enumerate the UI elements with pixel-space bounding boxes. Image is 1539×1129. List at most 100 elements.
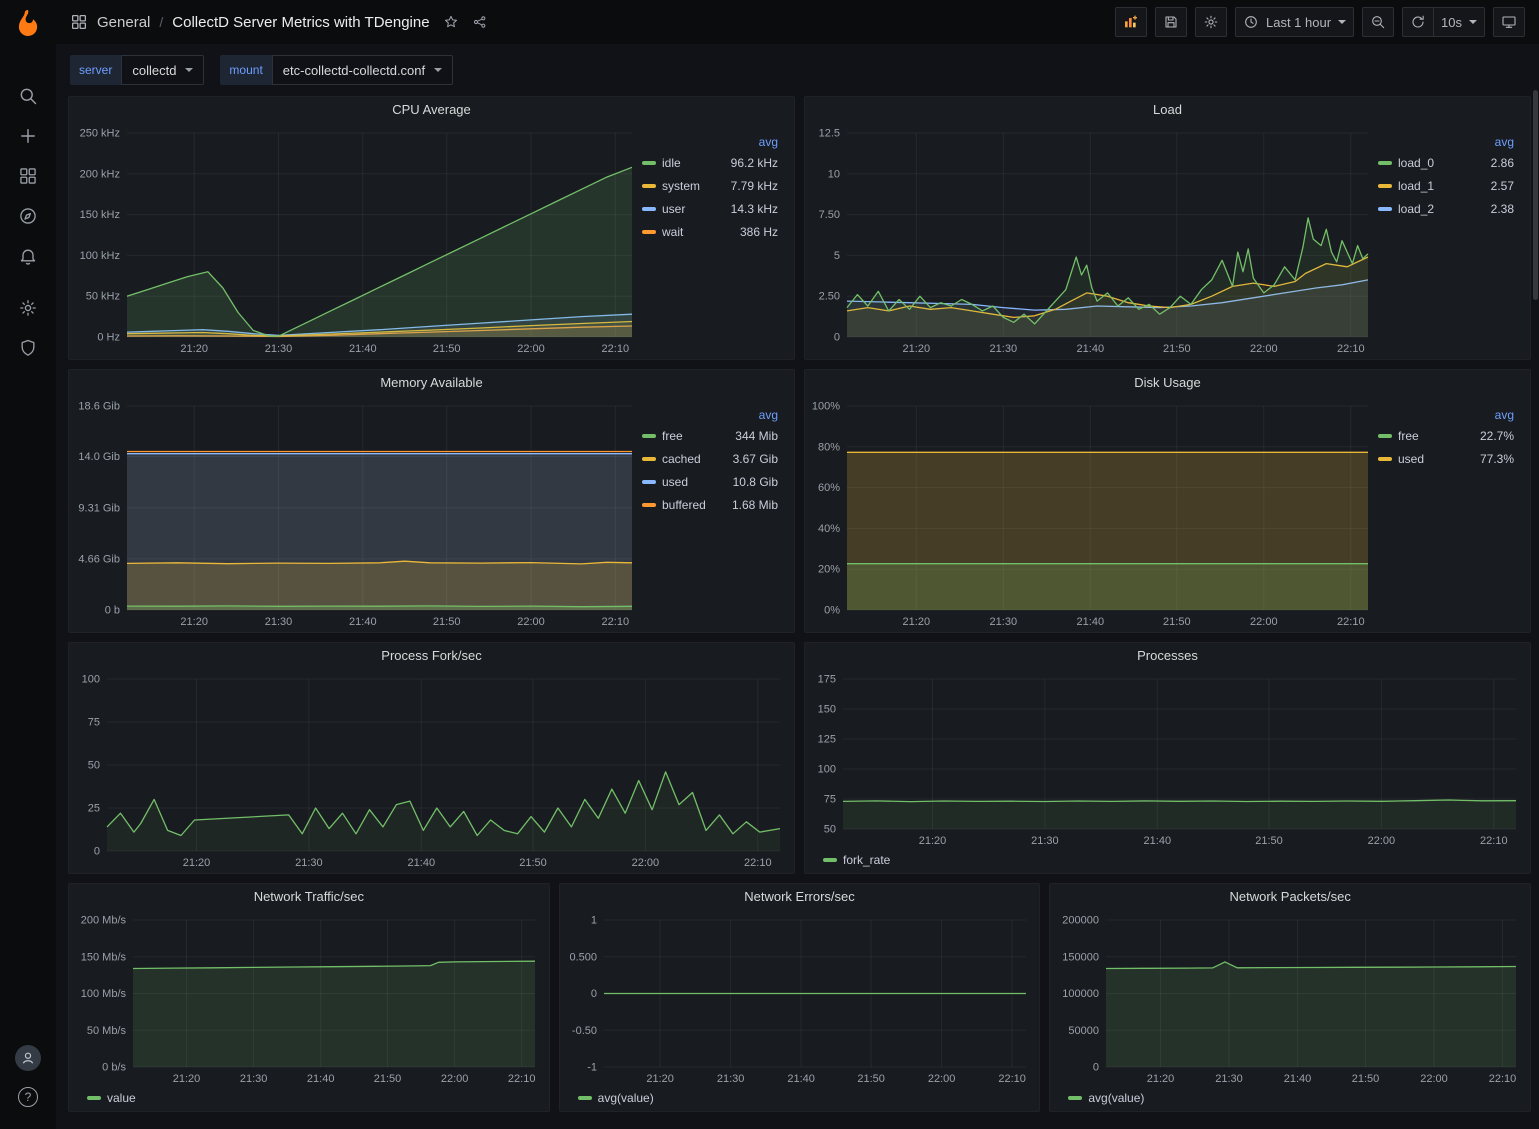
search-icon[interactable] (17, 85, 39, 107)
series-name[interactable]: free (662, 429, 683, 443)
series-name[interactable]: load_0 (1398, 156, 1434, 170)
help-icon[interactable]: ? (18, 1087, 38, 1107)
time-range-picker[interactable]: Last 1 hour (1235, 7, 1354, 37)
series-name[interactable]: used (662, 475, 688, 489)
svg-text:21:40: 21:40 (307, 1073, 335, 1085)
add-panel-button[interactable] (1115, 7, 1147, 37)
legend-item[interactable]: buffered 1.68 Mib (642, 493, 778, 516)
legend-item[interactable]: idle96.2 kHz (642, 151, 778, 174)
panel-title[interactable]: Process Fork/sec (69, 643, 794, 669)
legend-item[interactable]: value (87, 1091, 136, 1105)
save-dashboard-button[interactable] (1155, 7, 1187, 37)
series-avg-value: 1.68 Mib (732, 498, 778, 512)
series-name[interactable]: buffered (662, 498, 706, 512)
chart-canvas[interactable]: 21:2021:3021:4021:5022:0022:100 b/s50 Mb… (75, 910, 543, 1087)
series-name[interactable]: avg(value) (1088, 1091, 1144, 1105)
dashboard-settings-button[interactable] (1195, 7, 1227, 37)
panel-title[interactable]: Disk Usage (805, 370, 1530, 396)
series-name[interactable]: fork_rate (843, 853, 890, 867)
legend-item[interactable]: avg(value) (578, 1091, 654, 1105)
panel-title[interactable]: Network Errors/sec (560, 884, 1040, 910)
series-name[interactable]: wait (662, 225, 683, 239)
svg-text:21:50: 21:50 (857, 1073, 885, 1085)
chart-canvas[interactable]: 21:2021:3021:4021:5022:0022:105075100125… (811, 669, 1524, 849)
panel-title[interactable]: Processes (805, 643, 1530, 669)
legend-item[interactable]: cached3.67 Gib (642, 447, 778, 470)
panel-title[interactable]: Load (805, 97, 1530, 123)
series-color-marker (87, 1096, 101, 1100)
dashboard-squares-icon[interactable] (70, 13, 88, 31)
chevron-down-icon (185, 68, 193, 72)
legend-item[interactable]: used10.8 Gib (642, 470, 778, 493)
chart-canvas[interactable]: 21:2021:3021:4021:5022:0022:10-1-0.5000.… (566, 910, 1034, 1087)
legend-item[interactable]: wait386 Hz (642, 220, 778, 243)
legend-item[interactable]: load_22.38 (1378, 197, 1514, 220)
chart-canvas[interactable]: 21:2021:3021:4021:5022:0022:100%20%40%60… (811, 396, 1376, 630)
legend-item[interactable]: load_12.57 (1378, 174, 1514, 197)
series-name[interactable]: cached (662, 452, 701, 466)
chart-canvas[interactable]: 21:2021:3021:4021:5022:0022:1002.5057.50… (811, 123, 1376, 357)
svg-text:21:30: 21:30 (990, 616, 1018, 628)
chart-canvas[interactable]: 21:2021:3021:4021:5022:0022:100255075100 (75, 669, 788, 871)
series-name[interactable]: value (107, 1091, 136, 1105)
svg-text:75: 75 (88, 717, 100, 729)
legend-item[interactable]: free22.7% (1378, 424, 1514, 447)
variable-mount-value[interactable]: etc-collectd-collectd.conf (272, 55, 453, 85)
svg-text:22:10: 22:10 (1489, 1073, 1517, 1085)
svg-text:21:50: 21:50 (1255, 835, 1283, 847)
series-name[interactable]: idle (662, 156, 681, 170)
variable-server-value[interactable]: collectd (121, 55, 204, 85)
legend-item[interactable]: load_02.86 (1378, 151, 1514, 174)
svg-text:21:30: 21:30 (1216, 1073, 1244, 1085)
server-admin-shield-icon[interactable] (17, 337, 39, 359)
user-avatar[interactable] (15, 1045, 41, 1071)
panel-title[interactable]: Memory Available (69, 370, 794, 396)
configuration-gear-icon[interactable] (17, 297, 39, 319)
variable-server-selected: collectd (132, 63, 176, 78)
svg-text:60%: 60% (818, 482, 840, 494)
chart-canvas[interactable]: 21:2021:3021:4021:5022:0022:100 b4.66 Gi… (75, 396, 640, 630)
svg-text:75: 75 (824, 794, 836, 806)
chart-canvas[interactable]: 21:2021:3021:4021:5022:0022:100500001000… (1056, 910, 1524, 1087)
legend-item[interactable]: avg(value) (1068, 1091, 1144, 1105)
dashboards-icon[interactable] (17, 165, 39, 187)
kiosk-mode-button[interactable] (1493, 7, 1525, 37)
legend-item[interactable]: user14.3 kHz (642, 197, 778, 220)
panel-title[interactable]: Network Packets/sec (1050, 884, 1530, 910)
share-icon[interactable] (472, 14, 488, 30)
grafana-logo-icon[interactable] (13, 8, 43, 38)
clock-icon (1243, 14, 1259, 30)
series-name[interactable]: user (662, 202, 685, 216)
svg-text:21:40: 21:40 (1144, 835, 1172, 847)
star-icon[interactable] (443, 14, 459, 30)
create-plus-icon[interactable] (17, 125, 39, 147)
panel-row-4: Network Traffic/sec 21:2021:3021:4021:50… (68, 883, 1531, 1112)
legend-item[interactable]: used 77.3% (1378, 447, 1514, 470)
series-avg-value: 77.3% (1480, 452, 1514, 466)
panel-title[interactable]: Network Traffic/sec (69, 884, 549, 910)
panel-row-1: CPU Average 21:2021:3021:4021:5022:0022:… (68, 96, 1531, 360)
refresh-interval-dropdown[interactable]: 10s (1433, 7, 1485, 37)
explore-compass-icon[interactable] (17, 205, 39, 227)
alerting-bell-icon[interactable] (17, 245, 39, 267)
series-name[interactable]: used (1398, 452, 1424, 466)
series-color-marker (642, 434, 656, 438)
series-color-marker (642, 457, 656, 461)
series-name[interactable]: free (1398, 429, 1419, 443)
legend-item[interactable]: free 344 Mib (642, 424, 778, 447)
series-name[interactable]: load_1 (1398, 179, 1434, 193)
scrollbar-thumb[interactable] (1533, 90, 1538, 300)
series-name[interactable]: system (662, 179, 700, 193)
legend-item[interactable]: fork_rate (823, 853, 890, 867)
legend-item[interactable]: system7.79 kHz (642, 174, 778, 197)
refresh-button[interactable] (1402, 7, 1433, 37)
chart-canvas[interactable]: 21:2021:3021:4021:5022:0022:100 Hz50 kHz… (75, 123, 640, 357)
breadcrumb-folder[interactable]: General (97, 14, 150, 31)
series-name[interactable]: avg(value) (598, 1091, 654, 1105)
series-avg-value: 344 Mib (735, 429, 778, 443)
panel-row-3: Process Fork/sec 21:2021:3021:4021:5022:… (68, 642, 1531, 874)
panel-title[interactable]: CPU Average (69, 97, 794, 123)
series-name[interactable]: load_2 (1398, 202, 1434, 216)
svg-text:21:30: 21:30 (295, 857, 323, 869)
zoom-out-button[interactable] (1362, 7, 1394, 37)
